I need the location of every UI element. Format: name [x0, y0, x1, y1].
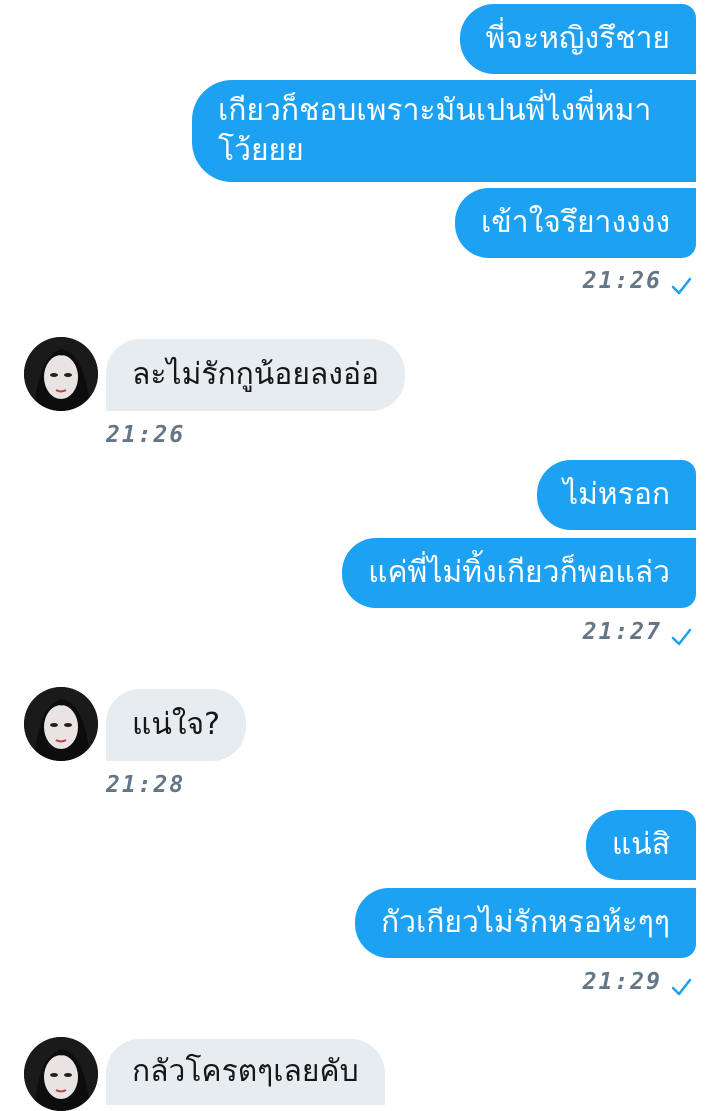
check-icon — [671, 277, 692, 295]
message-timestamp: 21:27 — [582, 619, 662, 645]
outgoing-message-bubble[interactable]: แค่พี่ไม่ทิ้งเกียวก็พอแล่ว — [342, 538, 696, 608]
outgoing-message-bubble[interactable]: พี่จะหญิงรึชาย — [459, 4, 696, 74]
check-icon — [671, 628, 692, 646]
outgoing-message-bubble[interactable]: แน่สิ — [585, 810, 696, 880]
outgoing-message-bubble[interactable]: กัวเกียวไม่รักหรอห้ะๆๆ — [354, 888, 696, 958]
message-text: แน่ใจ? — [132, 707, 220, 742]
message-text: กลัวโครตๆเลยคับ — [132, 1054, 359, 1089]
outgoing-message-bubble[interactable]: ไม่หรอก — [537, 460, 696, 530]
incoming-message-bubble[interactable]: แน่ใจ? — [106, 689, 246, 761]
outgoing-message-bubble[interactable]: เข้าใจรึยางงงง — [455, 188, 696, 258]
message-text: เข้าใจรึยางงงง — [481, 205, 670, 240]
incoming-message-bubble[interactable]: ละไม่รักกูน้อยลงอ่อ — [106, 339, 405, 411]
message-text: เกียวก็ชอบเพราะมันเปนพี่ไงพี่หมา โว้ยยย — [218, 93, 652, 168]
outgoing-message-bubble[interactable]: เกียวก็ชอบเพราะมันเปนพี่ไงพี่หมา โว้ยยย — [192, 80, 696, 182]
message-timestamp: 21:29 — [582, 969, 662, 995]
contact-avatar[interactable] — [24, 687, 98, 761]
message-text: ละไม่รักกูน้อยลงอ่อ — [132, 357, 379, 392]
incoming-message-bubble[interactable]: กลัวโครตๆเลยคับ — [106, 1039, 385, 1105]
contact-avatar[interactable] — [24, 337, 98, 411]
contact-avatar[interactable] — [24, 1037, 98, 1111]
message-text: กัวเกียวไม่รักหรอห้ะๆๆ — [380, 905, 670, 940]
message-timestamp: 21:26 — [582, 268, 662, 294]
message-text: แน่สิ — [611, 827, 670, 862]
message-text: ไม่หรอก — [563, 477, 670, 512]
message-text: แค่พี่ไม่ทิ้งเกียวก็พอแล่ว — [368, 555, 670, 590]
message-timestamp: 21:26 — [106, 422, 186, 448]
check-icon — [671, 978, 692, 996]
message-text: พี่จะหญิงรึชาย — [485, 21, 670, 56]
message-timestamp: 21:28 — [106, 772, 186, 798]
